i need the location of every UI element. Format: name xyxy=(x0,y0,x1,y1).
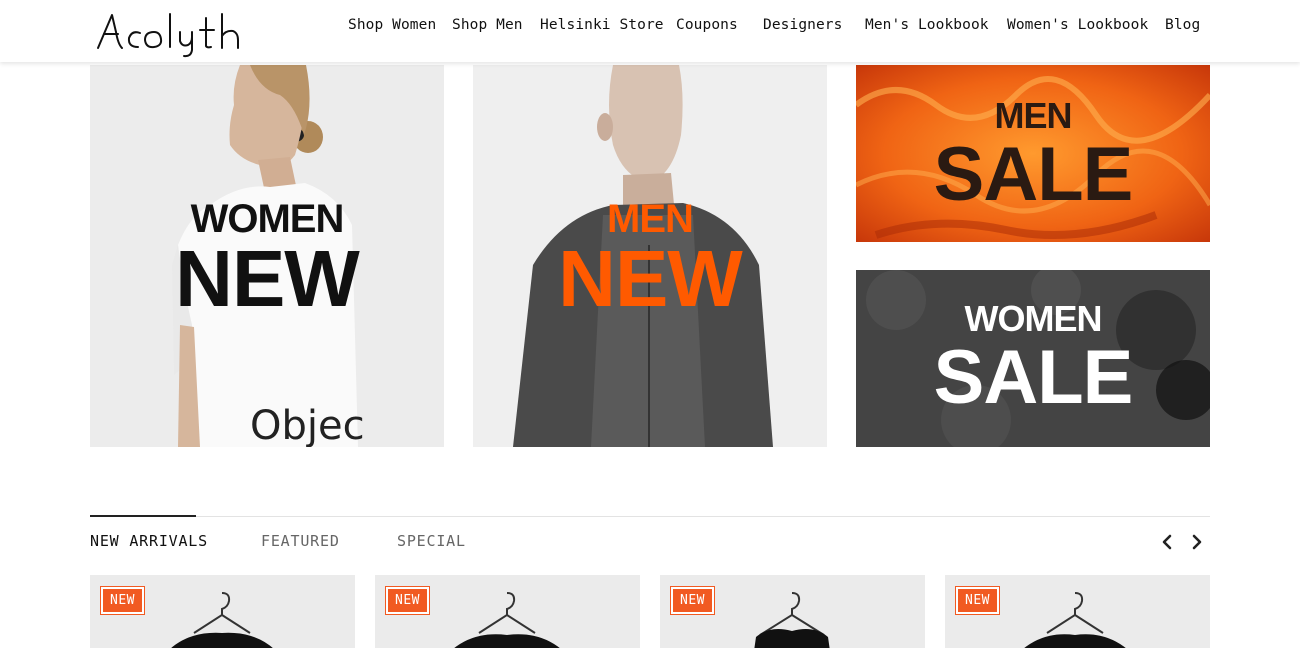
site-header: Shop Women Shop Men Helsinki Store Coupo… xyxy=(0,0,1300,62)
banner-men-new[interactable]: MEN NEW xyxy=(473,65,827,447)
banner-women-new[interactable]: WOMEN NEW Objec xyxy=(90,65,444,447)
women-new-line2: NEW xyxy=(175,234,360,323)
tab-featured[interactable]: FEATURED xyxy=(261,532,340,550)
new-badge: NEW xyxy=(101,587,144,614)
nav-helsinki-store[interactable]: Helsinki Store xyxy=(540,17,664,33)
nav-shop-women[interactable]: Shop Women xyxy=(348,17,436,33)
nav-womens-lookbook[interactable]: Women's Lookbook xyxy=(1007,17,1148,33)
banner-women-sale[interactable]: WOMEN SALE xyxy=(856,270,1210,447)
product-card[interactable]: NEW xyxy=(945,575,1210,648)
chevron-left-icon[interactable] xyxy=(1159,533,1175,551)
nav-shop-men[interactable]: Shop Men xyxy=(452,17,523,33)
nav-coupons[interactable]: Coupons xyxy=(676,17,738,33)
nav-designers[interactable]: Designers xyxy=(763,17,842,33)
tab-new-arrivals[interactable]: NEW ARRIVALS xyxy=(90,532,208,550)
men-new-line2: NEW xyxy=(558,234,743,323)
product-card[interactable]: NEW xyxy=(375,575,640,648)
tab-special[interactable]: SPECIAL xyxy=(397,532,466,550)
new-badge: NEW xyxy=(671,587,714,614)
women-sale-line2: SALE xyxy=(933,335,1134,420)
active-tab-indicator xyxy=(90,515,196,517)
product-card[interactable]: NEW xyxy=(90,575,355,648)
new-badge: NEW xyxy=(956,587,999,614)
nav-blog[interactable]: Blog xyxy=(1165,17,1200,33)
banner-men-sale[interactable]: MEN SALE xyxy=(856,65,1210,242)
chevron-right-icon[interactable] xyxy=(1189,533,1205,551)
shirt-print-text: Objec xyxy=(250,403,365,447)
men-sale-line2: SALE xyxy=(933,132,1134,217)
logo-wordmark xyxy=(97,13,239,58)
new-badge: NEW xyxy=(386,587,429,614)
product-card[interactable]: NEW xyxy=(660,575,925,648)
tabs-divider xyxy=(90,516,1210,517)
logo[interactable] xyxy=(96,10,252,58)
nav-mens-lookbook[interactable]: Men's Lookbook xyxy=(865,17,989,33)
